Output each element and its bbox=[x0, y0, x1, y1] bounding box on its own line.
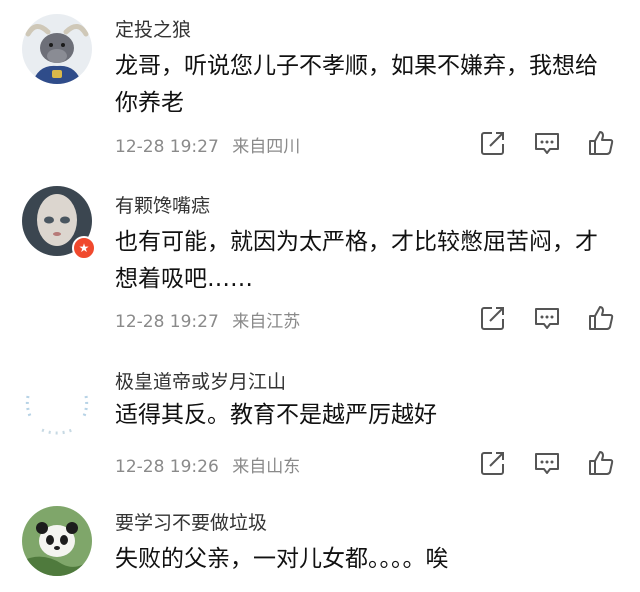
username[interactable]: 要学习不要做垃圾 bbox=[115, 508, 267, 535]
avatar[interactable] bbox=[22, 14, 92, 84]
thumbs-up-icon bbox=[589, 306, 614, 330]
comment-actions bbox=[476, 128, 626, 158]
share-button[interactable] bbox=[478, 303, 508, 333]
comment-location: 来自江苏 bbox=[232, 312, 301, 332]
comment-text: 失败的父亲，一对儿女都。。。。唉 bbox=[115, 546, 449, 572]
comment-time: 12-28 19:27 bbox=[115, 312, 219, 332]
star-badge-icon: ★ bbox=[72, 236, 96, 260]
share-button[interactable] bbox=[478, 448, 508, 478]
avatar[interactable] bbox=[22, 506, 92, 576]
comment-item: ★ 有颗馋嘴痣 也有可能，就因为太严格，才比较憋屈苦闷，才想着吸吧…… 12-2… bbox=[0, 175, 640, 350]
comment-item: 定投之狼 龙哥，听说您儿子不孝顺，如果不嫌弃，我想给你养老 12-28 19:2… bbox=[0, 0, 640, 175]
share-icon bbox=[481, 132, 504, 155]
panda-avatar-icon bbox=[22, 506, 92, 576]
comment-item: 要学习不要做垃圾 失败的父亲，一对儿女都。。。。唉 bbox=[0, 492, 640, 592]
share-button[interactable] bbox=[478, 128, 508, 158]
comment-icon bbox=[535, 308, 559, 329]
faded-avatar-icon bbox=[22, 366, 92, 436]
share-icon bbox=[481, 452, 504, 475]
thumbs-up-icon bbox=[589, 451, 614, 475]
reply-button[interactable] bbox=[532, 128, 562, 158]
comment-item: 极皇道帝或岁月江山 适得其反。教育不是越严厉越好 12-28 19:26 来自山… bbox=[0, 350, 640, 492]
username[interactable]: 极皇道帝或岁月江山 bbox=[115, 367, 286, 394]
comment-time: 12-28 19:27 bbox=[115, 137, 219, 157]
comment-meta: 12-28 19:26 来自山东 bbox=[115, 452, 300, 477]
buffalo-avatar-icon bbox=[22, 14, 92, 84]
comment-text: 适得其反。教育不是越严厉越好 bbox=[115, 402, 437, 428]
comment-actions bbox=[476, 303, 626, 333]
comment-location: 来自四川 bbox=[232, 137, 301, 157]
username[interactable]: 定投之狼 bbox=[115, 15, 191, 42]
comment-text: 龙哥，听说您儿子不孝顺，如果不嫌弃，我想给你养老 bbox=[115, 53, 598, 116]
avatar[interactable] bbox=[22, 366, 92, 436]
like-button[interactable] bbox=[586, 448, 616, 478]
comment-time: 12-28 19:26 bbox=[115, 457, 219, 477]
comment-feed: 定投之狼 龙哥，听说您儿子不孝顺，如果不嫌弃，我想给你养老 12-28 19:2… bbox=[0, 0, 640, 592]
like-button[interactable] bbox=[586, 303, 616, 333]
share-icon bbox=[481, 307, 504, 330]
comment-meta: 12-28 19:27 来自江苏 bbox=[115, 307, 300, 332]
username[interactable]: 有颗馋嘴痣 bbox=[115, 191, 210, 218]
comment-actions bbox=[476, 448, 626, 478]
like-button[interactable] bbox=[586, 128, 616, 158]
comment-meta: 12-28 19:27 来自四川 bbox=[115, 132, 300, 157]
comment-icon bbox=[535, 133, 559, 154]
comment-location: 来自山东 bbox=[232, 457, 301, 477]
comment-icon bbox=[535, 453, 559, 474]
thumbs-up-icon bbox=[589, 131, 614, 155]
reply-button[interactable] bbox=[532, 448, 562, 478]
reply-button[interactable] bbox=[532, 303, 562, 333]
comment-text: 也有可能，就因为太严格，才比较憋屈苦闷，才想着吸吧…… bbox=[115, 229, 598, 292]
